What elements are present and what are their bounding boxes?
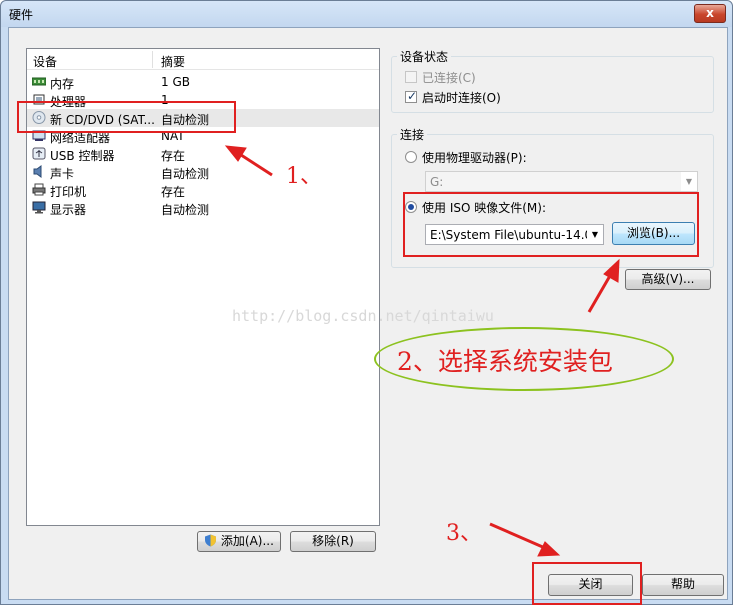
arrow-icon [224, 145, 273, 177]
annotation-step-2: 2、选择系统安装包 [397, 347, 613, 376]
annotation-arrows [224, 145, 620, 557]
arrow-icon [587, 258, 620, 313]
annotation-step-3: 3、 [446, 521, 482, 546]
arrow-icon [489, 522, 561, 557]
annotation-step-1: 1、 [286, 164, 322, 189]
